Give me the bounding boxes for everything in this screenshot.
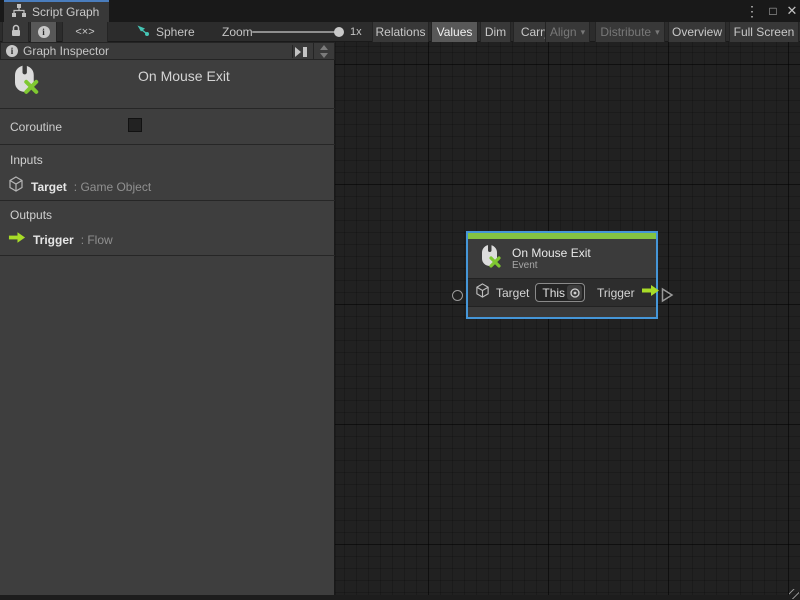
breadcrumb-label: Sphere [156, 25, 195, 39]
graph-canvas[interactable] [335, 42, 800, 600]
mouse-exit-icon [478, 244, 502, 274]
graph-inspector-title: Graph Inspector [23, 44, 109, 58]
zoom-label: Zoom [222, 22, 253, 42]
game-object-icon [475, 283, 490, 303]
flow-arrow-icon [641, 284, 660, 302]
node-subtitle: Event [512, 260, 591, 272]
dock-icon [295, 47, 308, 57]
zoom-slider-track[interactable] [252, 31, 342, 33]
node-footer [468, 306, 656, 317]
values-label: Values [437, 25, 473, 39]
node-title: On Mouse Exit [512, 246, 591, 260]
window-maximize-button[interactable]: □ [764, 0, 782, 22]
resize-grip[interactable] [789, 589, 799, 599]
divider [0, 255, 335, 256]
divider [0, 144, 335, 145]
align-label: Align [550, 25, 577, 39]
code-icon: <×> [75, 26, 94, 38]
dim-button[interactable]: Dim [480, 22, 511, 42]
align-dropdown[interactable]: Align ▾ [545, 22, 590, 42]
input-type: : Game Object [74, 180, 151, 194]
dim-label: Dim [485, 25, 506, 39]
output-name: Trigger [33, 233, 74, 247]
distribute-dropdown[interactable]: Distribute ▾ [595, 22, 665, 42]
inspector-unit-title: On Mouse Exit [138, 68, 230, 84]
divider [0, 200, 335, 201]
coroutine-checkbox[interactable] [128, 118, 142, 132]
graph-toolbar: i <×> Sphere Zoom 1x Relations Values Di… [0, 22, 800, 42]
graph-breadcrumb[interactable]: Sphere [136, 22, 195, 42]
node-output-port[interactable] [661, 287, 674, 308]
tab-label: Script Graph [32, 5, 99, 19]
window-close-button[interactable]: ✕ [784, 0, 800, 22]
info-icon: i [6, 45, 18, 57]
node-header[interactable]: On Mouse Exit Event [468, 239, 656, 278]
full-screen-button[interactable]: Full Screen [729, 22, 799, 42]
coroutine-label: Coroutine [10, 120, 62, 134]
window-menu-button[interactable]: ⋮ [744, 0, 760, 22]
chevron-down-icon: ▾ [655, 28, 660, 37]
inputs-heading: Inputs [10, 153, 43, 167]
object-picker-icon[interactable] [567, 285, 582, 300]
distribute-label: Distribute [600, 25, 651, 39]
zoom-slider-handle[interactable] [334, 27, 344, 37]
outputs-heading: Outputs [10, 208, 52, 222]
full-screen-label: Full Screen [734, 25, 795, 39]
info-icon: i [38, 26, 50, 38]
panel-spinner[interactable] [313, 43, 334, 59]
trigger-port-label: Trigger [597, 286, 635, 300]
window-tab-bar: Script Graph ⋮ □ ✕ [0, 0, 800, 22]
zoom-value: 1x [350, 22, 362, 42]
input-row-target: Target : Game Object [8, 176, 151, 197]
target-value: This [542, 286, 565, 300]
graph-icon [12, 4, 26, 20]
flow-arrow-icon [8, 231, 26, 249]
mouse-exit-icon [10, 64, 40, 101]
tab-script-graph[interactable]: Script Graph [4, 0, 109, 22]
graph-inspector-header: i Graph Inspector [0, 42, 335, 60]
game-object-icon [8, 176, 24, 197]
spinner-down-icon[interactable] [320, 53, 328, 58]
dock-panel-button[interactable] [292, 45, 310, 58]
overview-button[interactable]: Overview [668, 22, 726, 42]
input-name: Target [31, 180, 67, 194]
code-preview-button[interactable]: <×> [62, 22, 108, 42]
inspector-toggle-button[interactable]: i [30, 22, 57, 42]
divider [0, 108, 335, 109]
spinner-up-icon[interactable] [320, 45, 328, 50]
values-button[interactable]: Values [431, 22, 478, 42]
lock-icon [10, 24, 22, 40]
relations-button[interactable]: Relations [372, 22, 429, 42]
overview-label: Overview [672, 25, 722, 39]
chevron-down-icon: ▾ [581, 28, 586, 37]
lock-button[interactable] [2, 22, 29, 42]
node-input-port[interactable] [452, 290, 463, 301]
on-mouse-exit-node[interactable]: On Mouse Exit Event Target This Trigger [466, 231, 658, 319]
target-port-label: Target [496, 286, 529, 300]
node-port-row: Target This Trigger [468, 278, 656, 306]
output-row-trigger: Trigger : Flow [8, 231, 113, 249]
relations-label: Relations [375, 25, 425, 39]
window-bottom-edge [0, 595, 800, 600]
target-value-picker[interactable]: This [535, 283, 585, 302]
output-type: : Flow [81, 233, 113, 247]
graph-inspector-panel: i Graph Inspector On Mouse Exit Coroutin… [0, 42, 335, 596]
nest-graph-icon [136, 24, 150, 41]
